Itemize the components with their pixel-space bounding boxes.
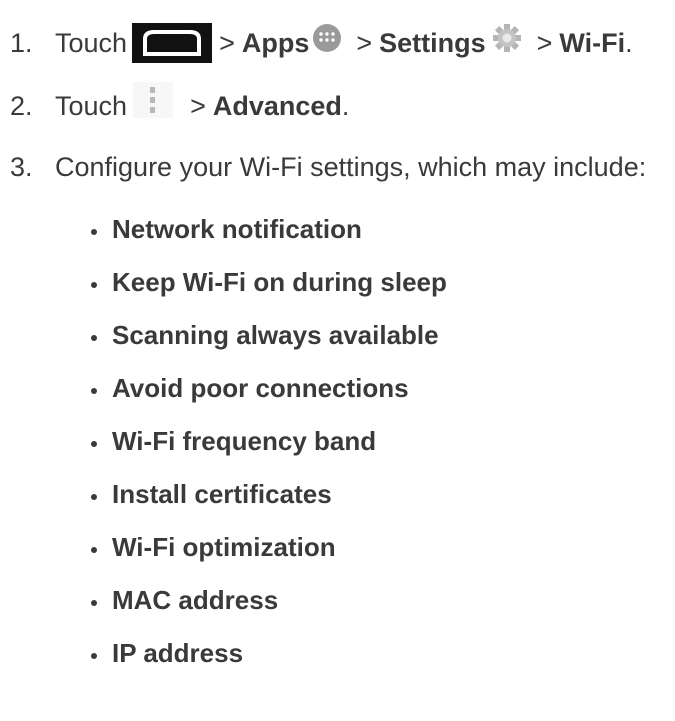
sentence-end: . — [625, 27, 633, 58]
list-item: IP address — [90, 627, 447, 680]
list-item-label: Scanning always available — [112, 320, 439, 350]
gear-icon — [492, 23, 522, 53]
step-number: 2. — [10, 90, 33, 121]
overflow-menu-icon — [133, 82, 174, 118]
step-number: 1. — [10, 27, 33, 58]
bullet-icon — [91, 652, 97, 659]
bullet-icon — [91, 228, 97, 235]
bullet-icon — [91, 440, 97, 447]
bullet-icon — [91, 387, 97, 394]
list-item: Install certificates — [90, 468, 447, 521]
list-item: Wi-Fi optimization — [90, 521, 447, 574]
list-item: MAC address — [90, 574, 447, 627]
list-item-label: Wi-Fi frequency band — [112, 426, 377, 456]
list-item: Avoid poor connections — [90, 362, 447, 415]
separator: > — [190, 90, 206, 121]
bullet-icon — [91, 599, 97, 606]
step-3: 3. Configure your Wi-Fi settings, which … — [0, 142, 646, 192]
step-2: 2. Touch > Advanced. — [0, 81, 349, 131]
separator: > — [536, 27, 553, 58]
list-item-label: Network notification — [112, 214, 362, 244]
list-item-label: Wi-Fi optimization — [112, 532, 336, 562]
apps-label: Apps — [241, 27, 310, 58]
step-1: 1. Touch > Apps > Settings > Wi-Fi . — [0, 18, 633, 68]
sentence-end: . — [341, 90, 350, 121]
step-verb: Touch — [55, 27, 128, 58]
home-icon — [132, 23, 213, 63]
settings-label: Settings — [379, 27, 486, 58]
list-item: Scanning always available — [90, 309, 447, 362]
bullet-icon — [91, 493, 97, 500]
list-item: Wi-Fi frequency band — [90, 415, 447, 468]
bullet-icon — [91, 281, 97, 288]
list-item-label: Avoid poor connections — [112, 373, 409, 403]
apps-icon — [313, 24, 342, 52]
list-item: Network notification — [90, 203, 447, 256]
step-text: Configure your Wi-Fi settings, which may… — [55, 151, 647, 182]
step-number: 3. — [10, 151, 33, 182]
bullet-icon — [91, 334, 97, 341]
list-item-label: Install certificates — [112, 479, 332, 509]
list-item-label: MAC address — [112, 585, 279, 615]
step-verb: Touch — [55, 90, 128, 121]
instructions-document: 1. Touch > Apps > Settings > Wi-Fi . 2. … — [0, 0, 675, 721]
advanced-label: Advanced — [212, 90, 342, 121]
list-item: Keep Wi-Fi on during sleep — [90, 256, 447, 309]
separator: > — [219, 27, 235, 58]
bullet-icon — [91, 546, 97, 553]
separator: > — [356, 27, 373, 58]
wifi-settings-list: Network notification Keep Wi-Fi on durin… — [90, 203, 447, 680]
list-item-label: Keep Wi-Fi on during sleep — [112, 267, 447, 297]
list-item-label: IP address — [112, 638, 244, 668]
wifi-label: Wi-Fi — [559, 27, 626, 58]
